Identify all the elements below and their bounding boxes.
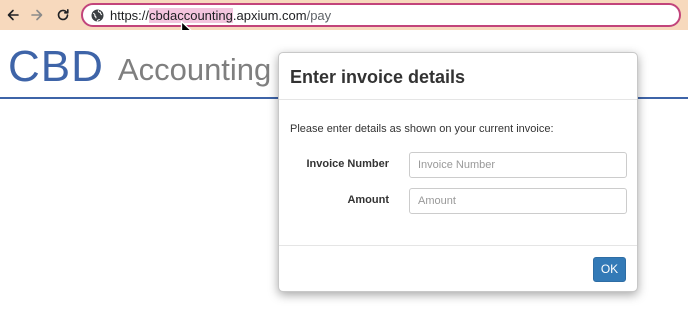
- dialog-header: Enter invoice details: [279, 53, 637, 100]
- amount-label: Amount: [347, 194, 389, 206]
- reload-button[interactable]: [54, 6, 72, 24]
- back-button[interactable]: [4, 6, 22, 24]
- amount-row: Amount: [279, 188, 637, 214]
- dialog-title: Enter invoice details: [290, 67, 466, 87]
- url-text: https://cbdaccounting.apxium.com/pay: [110, 7, 331, 24]
- forward-button[interactable]: [28, 6, 46, 24]
- invoice-dialog: Enter invoice details Please enter detai…: [278, 52, 638, 292]
- ok-button[interactable]: OK: [593, 257, 626, 282]
- company-logo: CBD Accounting: [8, 34, 271, 92]
- page-content: CBD Accounting Enter invoice details Ple…: [0, 30, 688, 333]
- browser-toolbar: https://cbdaccounting.apxium.com/pay: [0, 0, 688, 45]
- url-scheme: https://: [110, 8, 150, 23]
- arrow-left-icon: [7, 9, 19, 21]
- site-info-icon[interactable]: [90, 8, 105, 23]
- invoice-number-row: Invoice Number: [279, 152, 637, 178]
- invoice-number-label: Invoice Number: [306, 158, 389, 170]
- reload-icon: [57, 9, 69, 21]
- invoice-number-input[interactable]: [409, 152, 627, 178]
- address-bar[interactable]: https://cbdaccounting.apxium.com/pay: [81, 3, 681, 27]
- url-domain: .apxium.com: [232, 8, 307, 23]
- dialog-description: Please enter details as shown on your cu…: [290, 123, 554, 135]
- arrow-right-icon: [31, 9, 43, 21]
- dialog-footer: OK: [279, 245, 637, 292]
- logo-primary: CBD: [8, 42, 104, 91]
- url-path: /pay: [306, 8, 332, 23]
- logo-secondary: Accounting: [117, 52, 272, 87]
- amount-input[interactable]: [409, 188, 627, 214]
